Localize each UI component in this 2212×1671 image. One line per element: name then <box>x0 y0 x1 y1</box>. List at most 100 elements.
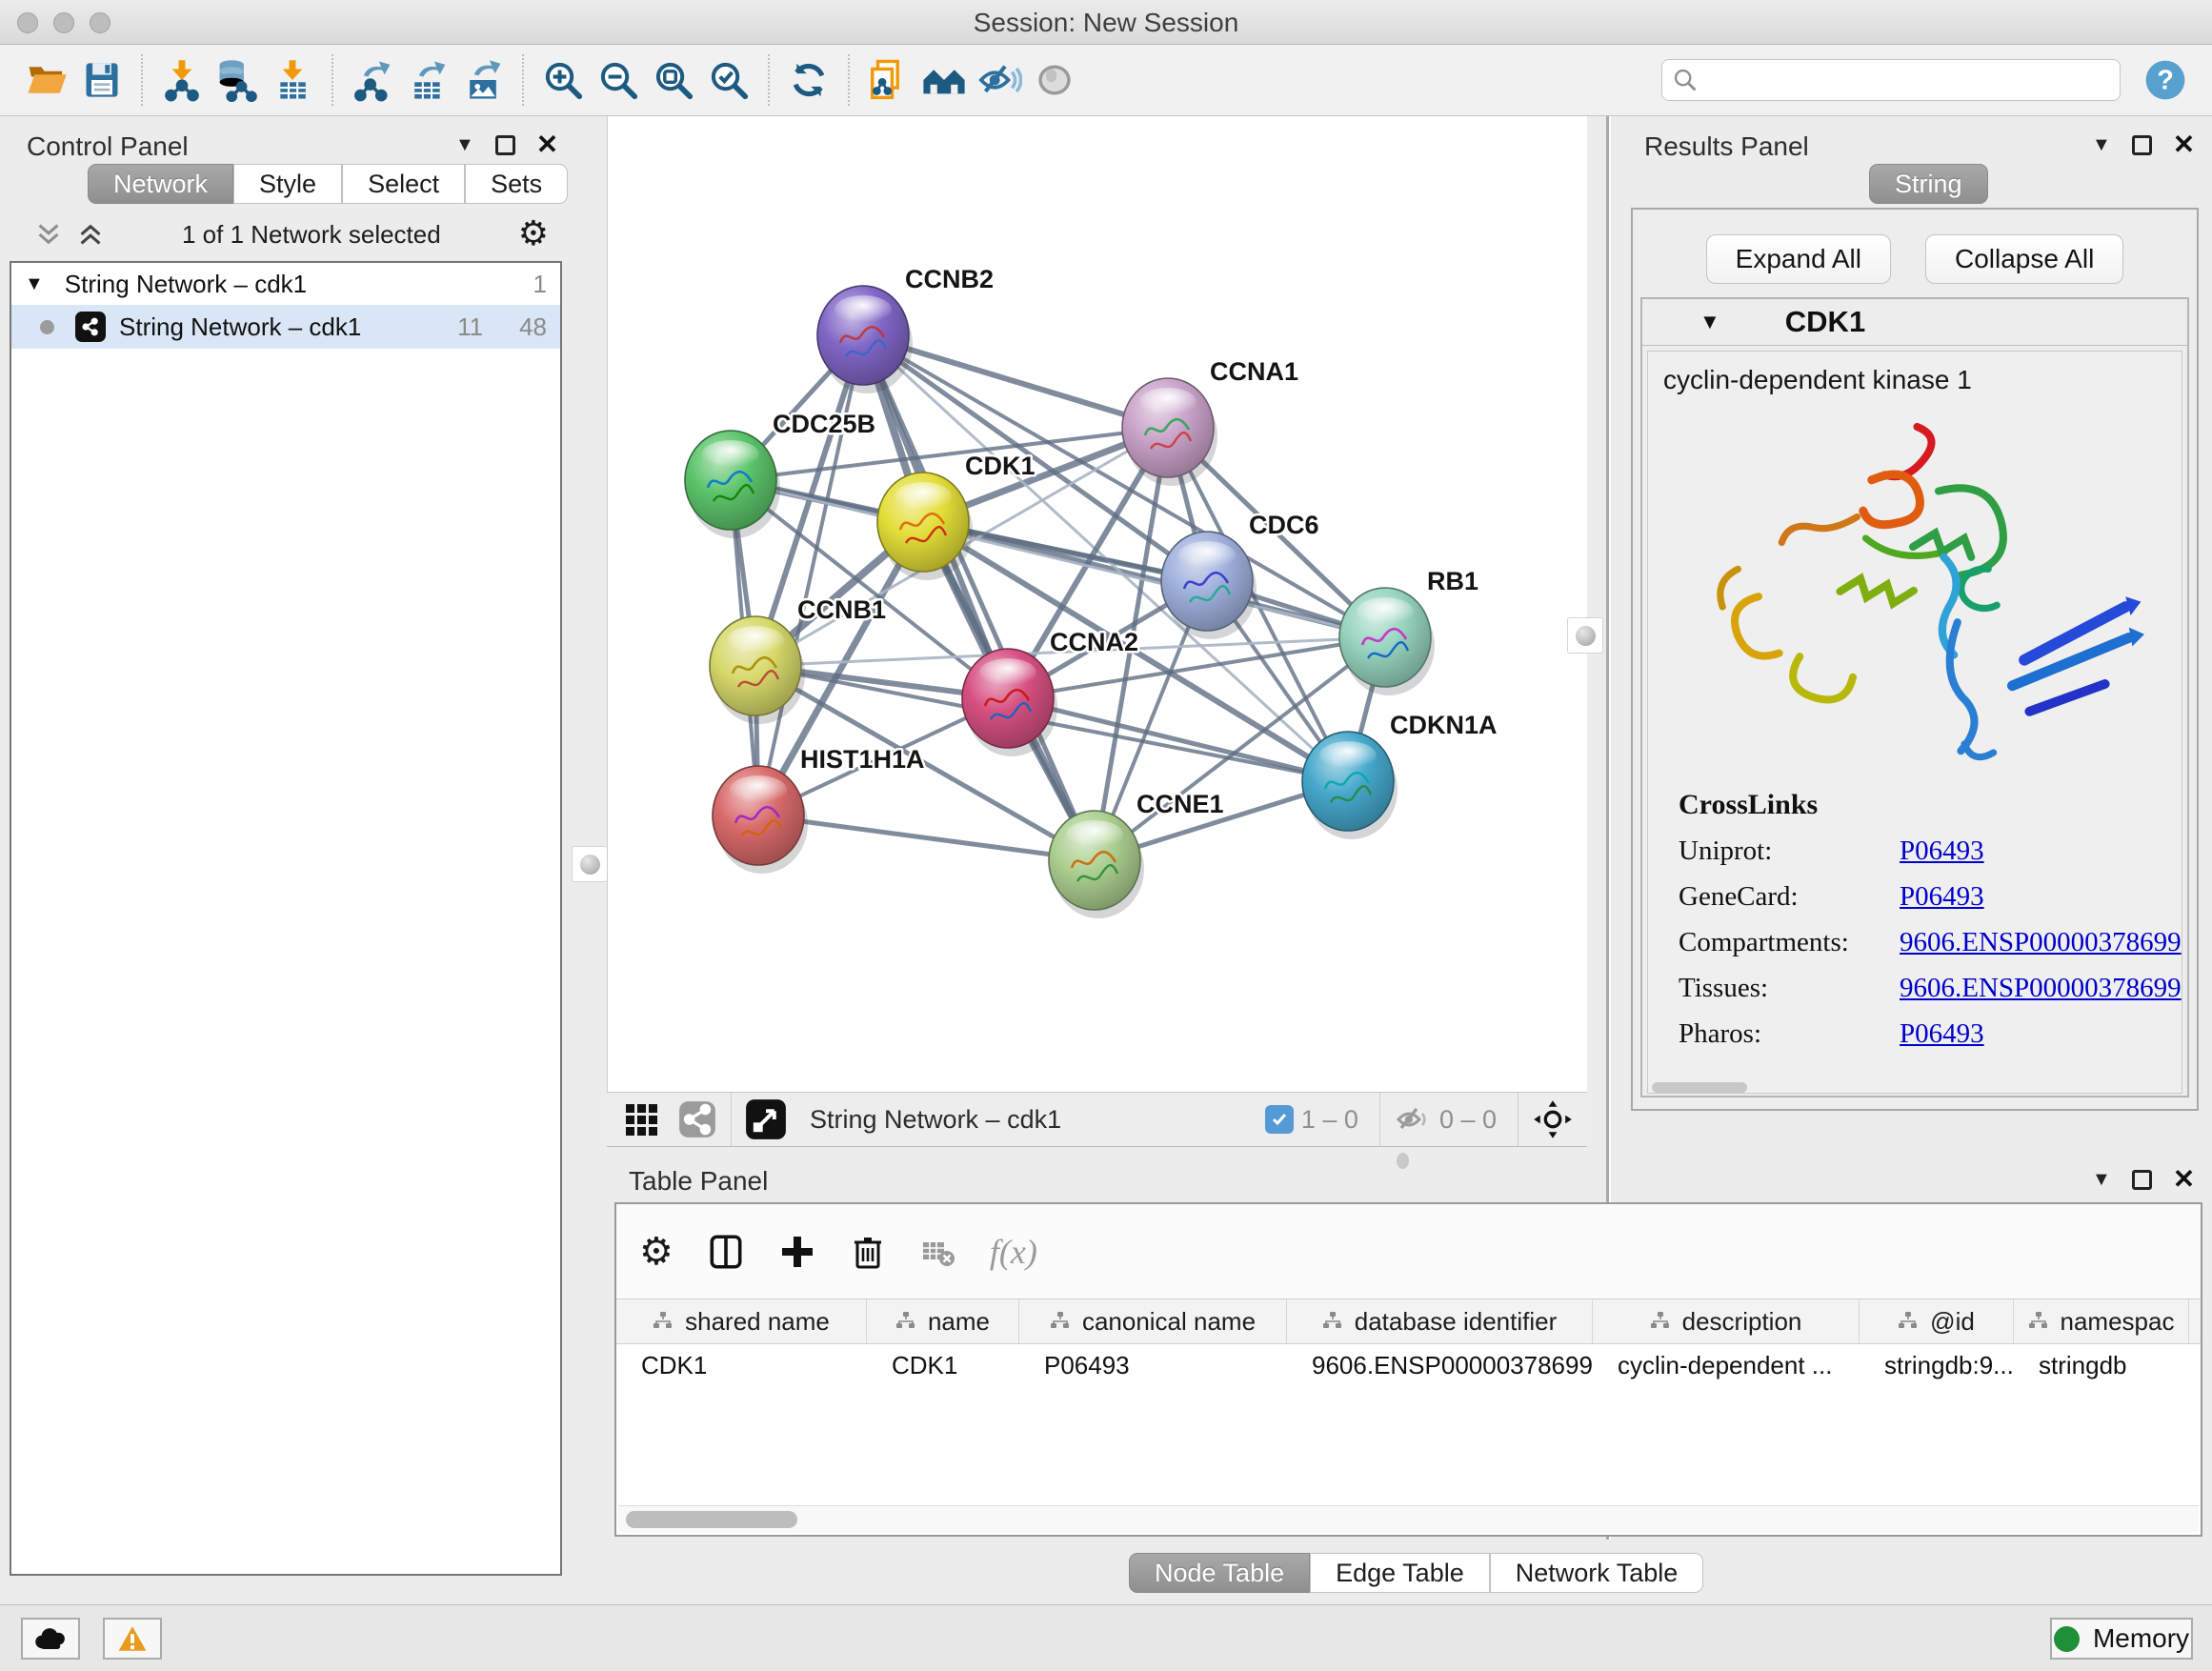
save-session-button[interactable] <box>74 52 130 108</box>
node-ccnb2[interactable] <box>817 286 913 393</box>
expand-all-button[interactable]: Expand All <box>1706 234 1891 284</box>
close-panel-icon[interactable]: ✕ <box>2173 1166 2195 1193</box>
expand-all-networks-icon[interactable] <box>34 222 63 247</box>
table-cell[interactable]: 9606.ENSP00000378699 <box>1287 1344 1593 1387</box>
collapse-panel-icon[interactable]: ▼ <box>2092 135 2111 154</box>
collapse-all-button[interactable]: Collapse All <box>1925 234 2123 284</box>
fit-content-crosshair-icon[interactable] <box>1532 1098 1574 1140</box>
table-row[interactable]: CDK1CDK1P064939606.ENSP00000378699cyclin… <box>616 1344 2201 1387</box>
float-panel-icon[interactable] <box>2132 1170 2152 1190</box>
column-header[interactable]: namespac <box>2014 1299 2189 1343</box>
cloud-icon <box>34 1626 67 1651</box>
column-header[interactable]: name <box>867 1299 1019 1343</box>
bottom-splitter-dot[interactable] <box>1397 1153 1409 1169</box>
node-ccna1[interactable] <box>1122 378 1217 486</box>
collapse-section-icon[interactable]: ▼ <box>1699 310 1720 334</box>
crosslink-link[interactable]: P06493 <box>1900 881 1984 913</box>
show-columns-icon[interactable] <box>706 1232 746 1272</box>
close-panel-icon[interactable]: ✕ <box>536 131 558 158</box>
node-rb1[interactable] <box>1339 588 1435 695</box>
edge[interactable] <box>758 815 1095 860</box>
edge[interactable] <box>863 335 1095 860</box>
collection-expand-icon[interactable]: ▼ <box>25 273 44 295</box>
node-hist1h1a[interactable] <box>713 766 808 874</box>
zoom-in-button[interactable] <box>535 52 591 108</box>
column-header[interactable]: shared name <box>616 1299 867 1343</box>
table-cell[interactable]: CDK1 <box>616 1344 867 1387</box>
export-table-button[interactable] <box>400 52 455 108</box>
export-table-icon <box>406 58 450 102</box>
float-panel-icon[interactable] <box>495 135 515 155</box>
first-neighbors-button[interactable] <box>916 52 972 108</box>
zoom-out-button[interactable] <box>591 52 646 108</box>
table-cell[interactable]: CDK1 <box>867 1344 1019 1387</box>
edge[interactable] <box>758 335 863 815</box>
show-hidden-button[interactable] <box>1027 52 1082 108</box>
column-header[interactable]: @id <box>1860 1299 2014 1343</box>
import-table-from-file-button[interactable] <box>265 52 320 108</box>
selected-checkbox-icon[interactable] <box>1265 1105 1294 1134</box>
help-button[interactable]: ? <box>2138 52 2193 108</box>
memory-button[interactable]: Memory <box>2050 1618 2193 1660</box>
export-image-button[interactable] <box>455 52 511 108</box>
table-hscroll-thumb[interactable] <box>626 1511 797 1528</box>
table-cell[interactable]: P06493 <box>1019 1344 1287 1387</box>
table-hscrollbar[interactable] <box>618 1505 2199 1533</box>
right-splitter-handle[interactable] <box>1567 617 1603 654</box>
node-cdkn1a[interactable] <box>1302 732 1398 839</box>
float-panel-icon[interactable] <box>2132 135 2152 155</box>
network-collection-row[interactable]: ▼ String Network – cdk1 1 <box>11 263 560 305</box>
table-cell[interactable]: cyclin-dependent ... <box>1593 1344 1860 1387</box>
crosslink-link[interactable]: 9606.ENSP00000378699 <box>1900 973 2182 1004</box>
duplicate-network-button[interactable] <box>861 52 916 108</box>
network-row-selected[interactable]: String Network – cdk1 11 48 <box>11 305 560 349</box>
import-network-from-file-button[interactable] <box>154 52 210 108</box>
tab-sets[interactable]: Sets <box>465 164 568 204</box>
node-ccna2[interactable] <box>962 649 1057 756</box>
left-splitter-handle[interactable] <box>572 846 608 882</box>
protein-card-header[interactable]: ▼ CDK1 <box>1642 299 2187 346</box>
column-header[interactable]: database identifier <box>1287 1299 1593 1343</box>
birdseye-view-toggle[interactable] <box>745 1098 787 1140</box>
table-options-gear-icon[interactable]: ⚙ <box>639 1233 674 1271</box>
crosslink-link[interactable]: P06493 <box>1900 1018 1984 1050</box>
node-ccne1[interactable] <box>1049 811 1144 918</box>
export-network-button[interactable] <box>345 52 400 108</box>
tab-string[interactable]: String <box>1869 164 1988 204</box>
results-hscroll-thumb[interactable] <box>1652 1082 1747 1093</box>
column-header[interactable]: canonical name <box>1019 1299 1287 1343</box>
collapse-panel-icon[interactable]: ▼ <box>455 135 474 154</box>
node-cdk1[interactable] <box>877 473 973 580</box>
table-cell[interactable]: stringdb <box>2014 1344 2189 1387</box>
tab-style[interactable]: Style <box>233 164 342 204</box>
tab-select[interactable]: Select <box>342 164 465 204</box>
crosslink-link[interactable]: 9606.ENSP00000378699 <box>1900 927 2182 958</box>
node-cdc25b[interactable] <box>685 431 780 538</box>
network-view-icon[interactable] <box>677 1099 717 1139</box>
table-cell[interactable]: stringdb:9... <box>1860 1344 2014 1387</box>
create-column-icon[interactable] <box>778 1233 816 1271</box>
network-canvas[interactable]: CCNB2CCNA1CDC25BCDK1CDC6RB1CCNB1CCNA2CDK… <box>607 116 1587 1092</box>
grid-view-icon[interactable] <box>622 1100 660 1138</box>
collapse-panel-icon[interactable]: ▼ <box>2092 1170 2111 1189</box>
tab-node-table[interactable]: Node Table <box>1129 1553 1310 1593</box>
search-input[interactable] <box>1699 65 2110 96</box>
import-network-from-database-button[interactable] <box>210 52 265 108</box>
close-panel-icon[interactable]: ✕ <box>2173 131 2195 158</box>
network-options-gear-icon[interactable]: ⚙ <box>518 217 549 252</box>
zoom-selected-button[interactable] <box>701 52 756 108</box>
open-session-button[interactable] <box>19 52 74 108</box>
zoom-fit-button[interactable] <box>646 52 701 108</box>
delete-column-icon[interactable] <box>849 1233 887 1271</box>
column-header[interactable]: description <box>1593 1299 1860 1343</box>
apply-layout-button[interactable] <box>781 52 836 108</box>
collapse-all-networks-icon[interactable] <box>76 222 105 247</box>
warnings-button[interactable] <box>103 1618 162 1660</box>
tab-network[interactable]: Network <box>88 164 233 204</box>
hidden-eye-icon[interactable] <box>1394 1100 1432 1138</box>
tab-network-table[interactable]: Network Table <box>1490 1553 1704 1593</box>
hide-selected-button[interactable] <box>972 52 1027 108</box>
tab-edge-table[interactable]: Edge Table <box>1310 1553 1490 1593</box>
crosslink-link[interactable]: P06493 <box>1900 836 1984 867</box>
cloud-status-button[interactable] <box>21 1618 80 1660</box>
